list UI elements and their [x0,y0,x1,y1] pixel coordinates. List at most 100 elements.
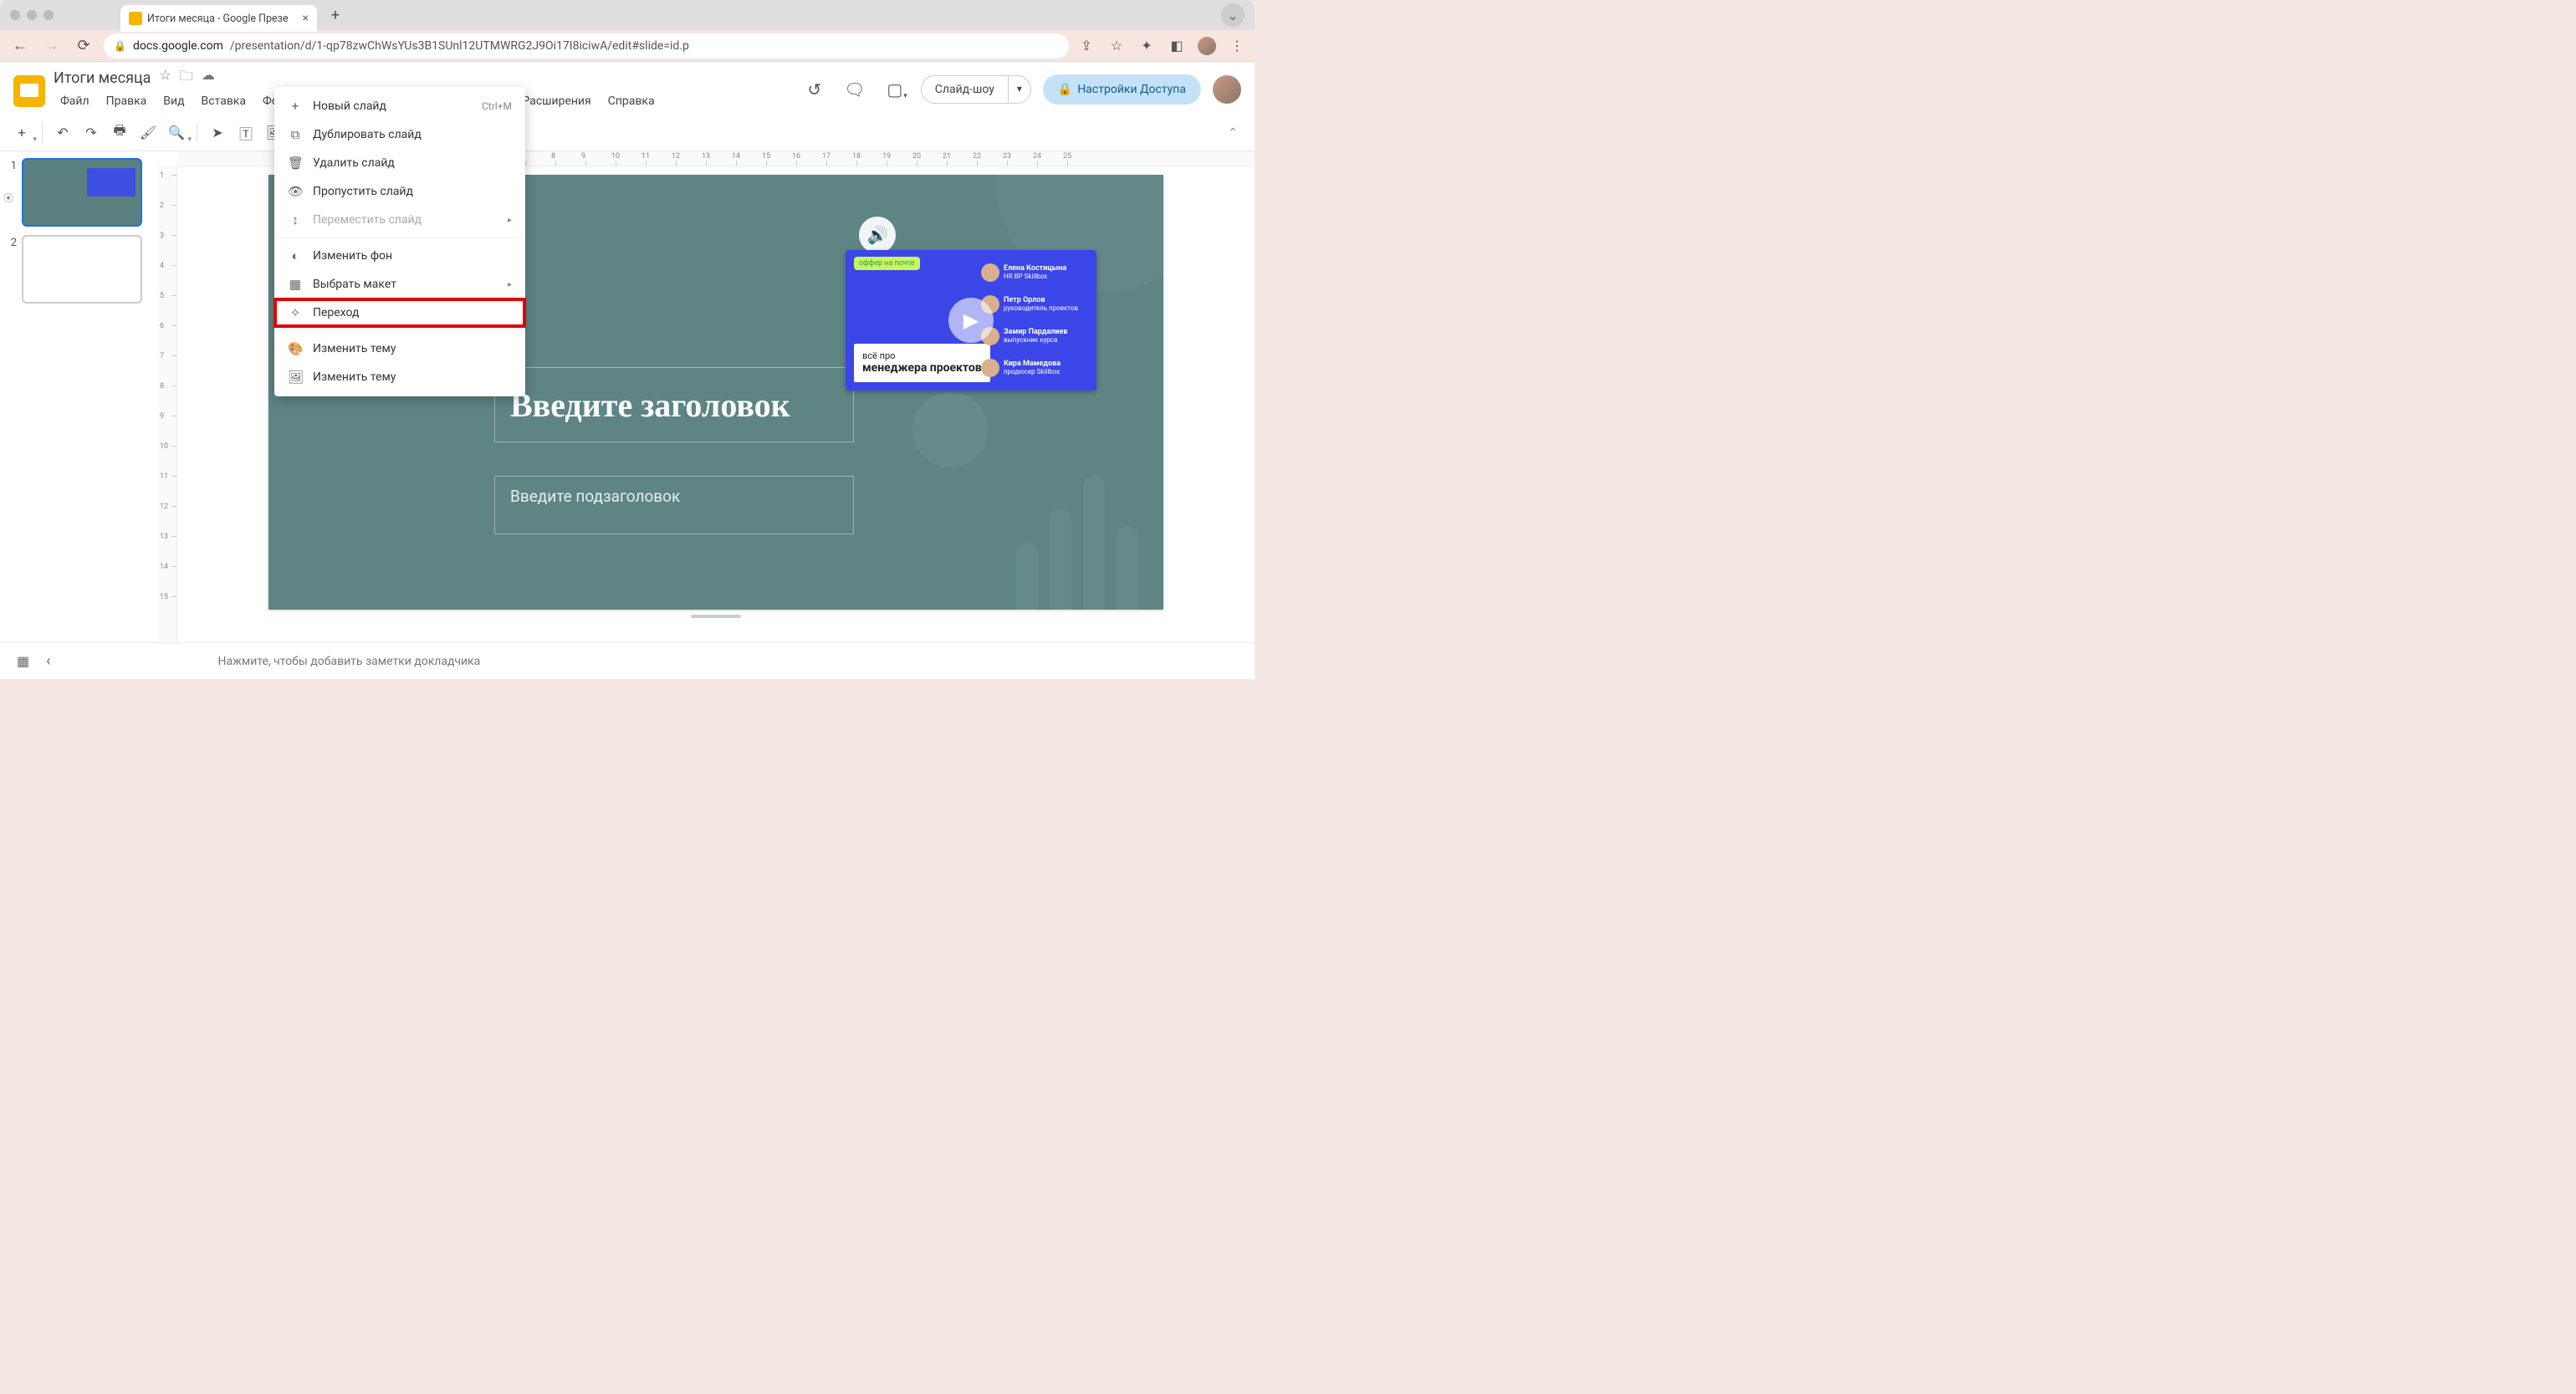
menu-item[interactable]: ✧ Переход [274,299,525,327]
slides-logo-icon[interactable] [13,75,45,107]
sidepanel-icon[interactable]: ◧ [1168,37,1186,55]
menu-item[interactable]: 🗑Удалить слайд [274,149,525,177]
back-button[interactable]: ← [8,34,32,58]
video-person: Кира Мамедовапродюсер Skillbox [981,359,1090,377]
slideshow-dropdown[interactable]: ▾ [1008,75,1031,104]
filmstrip[interactable]: 1 ⦿ 2 [0,151,157,645]
menu-item-icon: ◐ [288,248,303,263]
menu-item-label: Пропустить слайд [313,185,413,198]
person-role: руководитель проектов [1004,304,1078,312]
menu-вставка[interactable]: Вставка [195,91,253,111]
url-host: docs.google.com [133,39,223,53]
new-slide-button[interactable]: + [10,121,33,145]
select-tool[interactable]: ➤ [206,121,229,145]
history-icon[interactable]: ↺ [800,75,829,104]
video-person: Петр Орловруководитель проектов [981,295,1090,314]
menu-item: ↕Переместить слайд▸ [274,206,525,234]
menu-item-icon: ▦ [288,277,303,292]
menu-item-label: Дублировать слайд [313,128,422,141]
menu-shortcut: Ctrl+M [482,100,512,112]
video-embed[interactable]: оффер на почте всё про менеджера проекто… [846,250,1096,391]
menu-item[interactable]: ◐ Изменить фон [274,242,525,270]
textbox-tool[interactable]: 🅃 [234,121,258,145]
window-expand-button[interactable]: ⌄ [1221,3,1245,27]
person-avatar [981,359,999,377]
menu-item-icon: ✧ [288,305,303,320]
menu-item-icon: 👁 [288,184,303,199]
slideshow-button[interactable]: Слайд-шоу [921,75,1008,104]
minimize-window-icon[interactable] [27,10,37,20]
menu-item-icon: + [288,99,303,114]
audio-icon[interactable]: 🔊 [859,217,896,253]
menu-item[interactable]: +Новый слайдCtrl+M [274,92,525,120]
bg-decor [912,392,988,467]
bg-decor [1016,476,1138,610]
video-caption-top: всё про [862,350,895,361]
menu-вид[interactable]: Вид [156,91,191,111]
slide-thumbnail-1[interactable] [22,158,142,227]
move-icon[interactable]: 🗀 [180,67,193,89]
forward-button[interactable]: → [40,34,64,58]
menu-item[interactable]: 👁 Пропустить слайд [274,177,525,206]
account-avatar[interactable] [1213,75,1241,104]
menu-расширения[interactable]: Расширения [515,91,597,111]
meet-icon[interactable]: ▢▾ [881,75,909,104]
browser-tab[interactable]: Итоги месяца - Google Презе × [120,5,317,32]
new-tab-button[interactable]: + [324,3,347,27]
menu-файл[interactable]: Файл [54,91,96,111]
video-caption-main: менеджера проектов [862,361,982,375]
filmstrip-collapse-button[interactable]: ‹ [46,652,50,670]
menu-item-label: Удалить слайд [313,156,395,170]
menu-item-label: Выбрать макет [313,278,396,291]
address-bar[interactable]: 🔒 docs.google.com/presentation/d/1-qp78z… [104,33,1069,59]
person-avatar [981,263,999,282]
menu-item[interactable]: ▦Выбрать макет▸ [274,270,525,299]
redo-button[interactable]: ↷ [79,121,103,145]
menu-item[interactable]: ⧉Дублировать слайд [274,120,525,149]
slide-number: 1 [5,158,17,172]
title-placeholder[interactable]: Введите заголовок [494,367,854,442]
paint-format-button[interactable]: 🖌 [136,121,160,145]
person-role: HR BP Skillbox [1004,273,1047,280]
maximize-window-icon[interactable] [43,10,54,20]
app-footer: ▦ ‹ Нажмите, чтобы добавить заметки докл… [0,642,1255,679]
close-window-icon[interactable] [10,10,20,20]
print-button[interactable]: 🖶 [108,121,131,145]
bookmark-icon[interactable]: ☆ [1107,37,1126,55]
slide-number: 2 [5,235,17,304]
extensions-icon[interactable]: ✦ [1137,37,1156,55]
share-icon[interactable]: ⇪ [1077,37,1096,55]
menu-item-label: Переход [313,306,359,319]
profile-avatar[interactable] [1198,37,1216,55]
subtitle-placeholder[interactable]: Введите подзаголовок [494,476,854,534]
menu-правка[interactable]: Правка [100,91,154,111]
cloud-status-icon: ☁ [202,67,215,89]
browser-menu-icon[interactable]: ⋮ [1228,37,1246,55]
collapse-toolbar-button[interactable]: ⌃ [1221,123,1245,143]
menu-item[interactable]: 🖼Изменить тему [274,363,525,391]
speaker-notes-placeholder[interactable]: Нажмите, чтобы добавить заметки докладчи… [218,655,481,668]
reload-button[interactable]: ⟳ [72,34,95,58]
notes-resize-handle[interactable] [691,615,741,618]
slide-menu-dropdown: +Новый слайдCtrl+M⧉Дублировать слайд🗑Уда… [274,87,525,396]
play-icon[interactable]: ▶ [948,298,994,343]
slide-thumbnail-2[interactable] [22,235,142,304]
person-role: выпускник курса [1004,336,1057,344]
menu-item-label: Изменить фон [313,249,392,263]
menu-справка[interactable]: Справка [601,91,662,111]
video-people-list: Елена КостицынаHR BP Skillbox Петр Орловр… [981,257,1090,384]
document-title[interactable]: Итоги месяца [54,69,151,87]
share-label: Настройки Доступа [1077,83,1186,96]
window-controls[interactable] [10,10,54,20]
video-person: Замир Пардалиеввыпускник курса [981,327,1090,345]
menu-item[interactable]: 🎨Изменить тему [274,334,525,363]
star-icon[interactable]: ☆ [159,67,171,89]
zoom-button[interactable]: 🔍 [165,121,188,145]
share-button[interactable]: 🔒 Настройки Доступа [1043,74,1201,105]
video-person: Елена КостицынаHR BP Skillbox [981,263,1090,282]
tab-close-icon[interactable]: × [303,12,309,25]
lock-icon: 🔒 [114,40,126,52]
comments-icon[interactable]: 🗨 [841,75,869,104]
grid-view-button[interactable]: ▦ [17,653,29,669]
undo-button[interactable]: ↶ [51,121,74,145]
